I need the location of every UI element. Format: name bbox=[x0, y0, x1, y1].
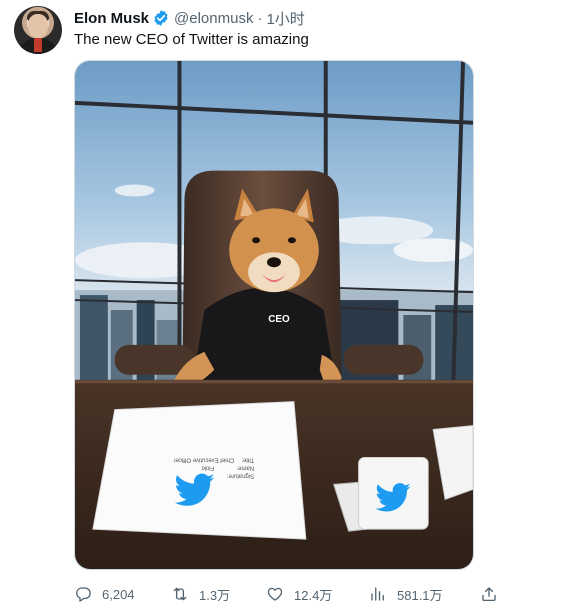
tweet: Elon Musk @elonmusk · 1小时 The new CEO of… bbox=[0, 0, 587, 614]
dog-nose bbox=[267, 257, 281, 268]
reply-icon bbox=[76, 587, 91, 602]
tweet-header: Elon Musk @elonmusk · 1小时 bbox=[74, 8, 305, 28]
reply-button[interactable]: 6,204 bbox=[74, 582, 135, 606]
author-handle[interactable]: @elonmusk bbox=[174, 10, 253, 27]
chair-armrest-right bbox=[343, 344, 424, 375]
views-button[interactable]: 581.1万 bbox=[369, 582, 443, 606]
dog-eye-right bbox=[287, 237, 296, 244]
analytics-bar-icon bbox=[371, 587, 384, 601]
action-bar: 6,204 1.3万 12.4万 581.1万 bbox=[70, 582, 510, 606]
building bbox=[79, 295, 108, 385]
author-name[interactable]: Elon Musk bbox=[74, 10, 149, 27]
separator-dot: · bbox=[257, 9, 263, 27]
paper-line: Floki bbox=[202, 464, 215, 470]
like-button[interactable]: 12.4万 bbox=[266, 582, 332, 606]
avatar[interactable] bbox=[14, 6, 62, 54]
tweet-photo[interactable]: CEO Signature: Name: Title: Floki Chief … bbox=[74, 60, 474, 570]
retweet-count: 1.3万 bbox=[199, 587, 231, 603]
paper-line: Name: bbox=[236, 464, 254, 470]
views-count: 581.1万 bbox=[397, 587, 443, 603]
tweet-text: The new CEO of Twitter is amazing bbox=[74, 31, 309, 48]
reply-count: 6,204 bbox=[102, 586, 135, 602]
hoodie-ceo-text: CEO bbox=[268, 314, 290, 325]
share-icon bbox=[482, 587, 496, 602]
cloud bbox=[393, 238, 473, 263]
cloud bbox=[114, 184, 155, 197]
like-count: 12.4万 bbox=[294, 587, 333, 603]
contract-paper bbox=[92, 401, 307, 540]
retweet-icon bbox=[173, 587, 187, 601]
photo-scene: CEO Signature: Name: Title: Floki Chief … bbox=[75, 61, 473, 569]
verified-badge-icon bbox=[152, 9, 170, 27]
paper-line: Title: bbox=[241, 456, 254, 462]
paper-line: Signature: bbox=[227, 472, 255, 478]
retweet-button[interactable]: 1.3万 bbox=[171, 582, 230, 606]
dog-eye-left bbox=[252, 237, 261, 244]
paper-line: Chief Executive Officer bbox=[174, 456, 235, 462]
share-button[interactable] bbox=[480, 582, 498, 606]
tweet-timestamp[interactable]: 1小时 bbox=[266, 8, 304, 29]
heart-icon bbox=[267, 587, 283, 601]
